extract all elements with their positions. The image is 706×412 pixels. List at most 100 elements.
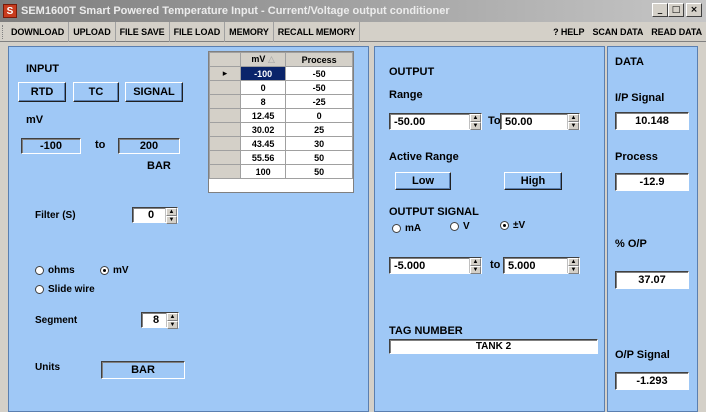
title-bar: S SEM1600T Smart Powered Temperature Inp… [0, 0, 706, 22]
row-header[interactable]: ▸ [209, 66, 241, 81]
row-header[interactable] [209, 94, 241, 109]
table-row[interactable]: 12.45 0 [209, 108, 353, 123]
output-range-to: To [488, 115, 501, 127]
output-title: OUTPUT [389, 66, 435, 78]
cell-mv[interactable]: 0 [239, 80, 287, 95]
cell-process[interactable]: -50 [285, 80, 353, 95]
column-header-process[interactable]: Process [285, 52, 353, 67]
column-header-mv[interactable]: mV △ [239, 52, 287, 67]
low-button[interactable]: Low [395, 172, 451, 190]
row-header[interactable] [209, 164, 241, 179]
radio-dot-selected-icon [500, 221, 509, 230]
pct-op-label: % O/P [615, 238, 647, 250]
linearisation-table[interactable]: mV △ Process ▸ -100 -50 0 -50 8 -25 12.45 0 30.02… [208, 51, 354, 193]
cell-process[interactable]: 25 [285, 122, 353, 137]
cell-mv[interactable]: -100 [239, 66, 287, 81]
radio-ohms[interactable]: ohms [35, 265, 75, 276]
output-range-high-spin-icon[interactable]: ▲ ▼ [567, 114, 579, 130]
row-header[interactable] [209, 80, 241, 95]
filter-spin-icon[interactable]: ▲ ▼ [165, 208, 177, 224]
menu-recall-memory[interactable]: RECALL MEMORY [274, 21, 361, 42]
segment-spin-icon[interactable]: ▲ ▼ [166, 313, 178, 329]
close-button[interactable]: × [686, 3, 702, 17]
table-row[interactable]: 100 50 [209, 164, 353, 179]
output-signal-low-spin-icon[interactable]: ▲ ▼ [469, 258, 481, 274]
table-row[interactable]: 8 -25 [209, 94, 353, 109]
table-row[interactable]: 55.56 50 [209, 150, 353, 165]
app-icon: S [3, 4, 17, 18]
output-signal-to: to [490, 259, 501, 271]
sort-up-icon: △ [267, 54, 275, 64]
row-header[interactable] [209, 136, 241, 151]
cell-mv[interactable]: 55.56 [239, 150, 287, 165]
output-range-low[interactable]: -50.00 ▲ ▼ [389, 113, 482, 130]
menu-scan-data[interactable]: SCAN DATA [588, 22, 647, 42]
output-range-label: Range [389, 89, 423, 101]
row-header[interactable] [209, 108, 241, 123]
process-label: Process [615, 151, 658, 163]
cell-process[interactable]: 0 [285, 108, 353, 123]
radio-plus-minus-v[interactable]: ±V [500, 220, 525, 231]
op-signal-label: O/P Signal [615, 349, 670, 361]
row-header[interactable] [209, 122, 241, 137]
output-signal-high[interactable]: 5.000 ▲ ▼ [503, 257, 580, 274]
data-title: DATA [615, 56, 644, 68]
signal-button[interactable]: SIGNAL [125, 82, 183, 102]
menu-file-load[interactable]: FILE LOAD [170, 21, 226, 42]
rtd-button[interactable]: RTD [18, 82, 66, 102]
cell-mv[interactable]: 43.45 [239, 136, 287, 151]
segment-stepper[interactable]: 8 ▲ ▼ [141, 312, 179, 329]
row-header[interactable] [209, 150, 241, 165]
output-range-high[interactable]: 50.00 ▲ ▼ [500, 113, 580, 130]
radio-dot-icon [35, 285, 44, 294]
cell-process[interactable]: -25 [285, 94, 353, 109]
menu-upload[interactable]: UPLOAD [69, 21, 116, 42]
cell-process[interactable]: 50 [285, 164, 353, 179]
radio-ma[interactable]: mA [392, 223, 421, 234]
table-row[interactable]: 30.02 25 [209, 122, 353, 137]
cell-process[interactable]: 30 [285, 136, 353, 151]
table-row[interactable]: 0 -50 [209, 80, 353, 95]
menu-memory[interactable]: MEMORY [225, 21, 274, 42]
output-signal-high-spin-icon[interactable]: ▲ ▼ [567, 258, 579, 274]
tag-number-label: TAG NUMBER [389, 325, 463, 337]
output-signal-low[interactable]: -5.000 ▲ ▼ [389, 257, 482, 274]
input-range-low[interactable]: -100 [21, 138, 81, 154]
cell-process[interactable]: -50 [285, 66, 353, 81]
input-range-high[interactable]: 200 [118, 138, 180, 154]
menu-download[interactable]: DOWNLOAD [7, 21, 70, 42]
menu-help[interactable]: ? HELP [549, 22, 588, 42]
radio-dot-icon [450, 222, 459, 231]
ip-signal-label: I/P Signal [615, 92, 665, 104]
menu-file-save[interactable]: FILE SAVE [116, 21, 170, 42]
tag-number-field[interactable]: TANK 2 [389, 339, 598, 354]
radio-slide-wire[interactable]: Slide wire [35, 284, 95, 295]
filter-stepper[interactable]: 0 ▲ ▼ [132, 207, 178, 224]
input-title: INPUT [26, 63, 59, 75]
segment-label: Segment [35, 315, 78, 326]
high-button[interactable]: High [504, 172, 562, 190]
output-range-low-spin-icon[interactable]: ▲ ▼ [469, 114, 481, 130]
menu-read-data[interactable]: READ DATA [647, 22, 706, 42]
toolbar-grip [2, 24, 5, 39]
input-eng-unit: BAR [147, 160, 171, 172]
minimize-button[interactable]: _ [652, 3, 668, 17]
cell-process[interactable]: 50 [285, 150, 353, 165]
units-field[interactable]: BAR [101, 361, 185, 379]
tc-button[interactable]: TC [73, 82, 119, 102]
table-row[interactable]: ▸ -100 -50 [209, 66, 353, 81]
cell-mv[interactable]: 100 [239, 164, 287, 179]
radio-mv[interactable]: mV [100, 265, 129, 276]
table-corner [209, 52, 241, 67]
cell-mv[interactable]: 8 [239, 94, 287, 109]
maximize-button[interactable]: □ [668, 3, 684, 17]
cell-mv[interactable]: 30.02 [239, 122, 287, 137]
cell-mv[interactable]: 12.45 [239, 108, 287, 123]
filter-label: Filter (S) [35, 210, 76, 221]
menu-bar: DOWNLOAD UPLOAD FILE SAVE FILE LOAD MEMO… [0, 21, 706, 42]
radio-v[interactable]: V [450, 221, 470, 232]
radio-dot-icon [35, 266, 44, 275]
active-range-label: Active Range [389, 151, 459, 163]
table-row[interactable]: 43.45 30 [209, 136, 353, 151]
radio-dot-icon [392, 224, 401, 233]
